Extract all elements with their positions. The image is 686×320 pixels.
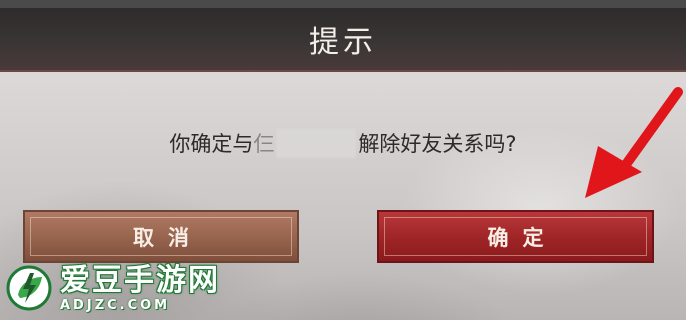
cancel-button[interactable]: 取消 — [23, 210, 299, 263]
lightning-leaf-icon — [6, 265, 52, 311]
watermark-name: 爱豆手游网 — [60, 262, 220, 298]
dialog-message: 你确定与 仨 解除好友关系吗? — [0, 128, 686, 158]
watermark-url: ADJZC.COM — [60, 297, 171, 313]
top-border — [0, 0, 686, 8]
confirm-button-label: 确定 — [487, 225, 558, 250]
message-suffix: 解除好友关系吗? — [358, 132, 517, 156]
confirm-button[interactable]: 确定 — [377, 210, 654, 263]
message-prefix: 你确定与 — [169, 132, 254, 156]
message-partial-name: 仨 — [253, 132, 275, 156]
dialog-title: 提示 — [309, 25, 377, 60]
cancel-button-label: 取消 — [133, 225, 203, 250]
watermark: 爱豆手游网 ADJZC.COM — [6, 258, 220, 318]
redacted-name — [276, 128, 357, 158]
dialog-title-bar: 提示 — [0, 8, 686, 72]
